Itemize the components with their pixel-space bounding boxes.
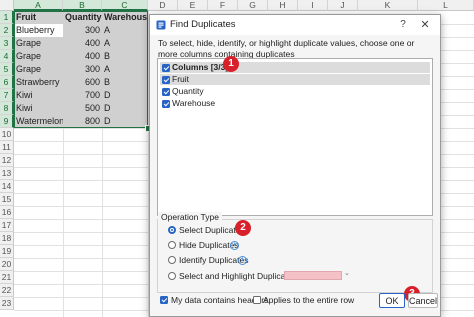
row-header-2[interactable]: 2: [0, 24, 14, 37]
radio-select-duplicates[interactable]: [168, 226, 176, 234]
row-header-21[interactable]: 21: [0, 271, 14, 284]
row-header-1[interactable]: 1: [0, 11, 14, 24]
row-header-4[interactable]: 4: [0, 50, 14, 63]
row-header-10[interactable]: 10: [0, 128, 14, 141]
row-header-20[interactable]: 20: [0, 258, 14, 271]
info-icon[interactable]: i: [230, 241, 239, 250]
row-header-17[interactable]: 17: [0, 219, 14, 232]
chevron-down-icon[interactable]: ⌄: [344, 269, 350, 277]
checkbox-checked-icon[interactable]: [162, 75, 170, 84]
columns-select-all[interactable]: Columns [3/3]: [160, 62, 430, 73]
row-header-6[interactable]: 6: [0, 76, 14, 89]
column-header-e[interactable]: E: [178, 0, 208, 11]
selection-border: [14, 11, 148, 128]
column-header-d[interactable]: D: [148, 0, 178, 11]
row-header-8[interactable]: 8: [0, 102, 14, 115]
columns-header-label: Columns [3/3]: [172, 62, 229, 72]
step-badge-2: 2: [235, 220, 251, 236]
column-item-fruit[interactable]: Fruit: [160, 74, 430, 85]
row-header-14[interactable]: 14: [0, 180, 14, 193]
operation-type-title: Operation Type: [158, 212, 222, 222]
row-header-3[interactable]: 3: [0, 37, 14, 50]
step-badge-1: 1: [223, 56, 239, 72]
select-all-corner[interactable]: [0, 0, 14, 11]
highlight-color-swatch[interactable]: [284, 271, 342, 280]
columns-listbox[interactable]: Columns [3/3] Fruit Quantity Warehouse: [157, 58, 433, 216]
checkbox-checked-icon[interactable]: [162, 63, 170, 72]
row-header-18[interactable]: 18: [0, 232, 14, 245]
column-header-b[interactable]: B: [63, 0, 102, 11]
row-header-16[interactable]: 16: [0, 206, 14, 219]
ok-button[interactable]: OK: [379, 293, 405, 308]
column-header-k[interactable]: K: [358, 0, 418, 11]
column-item-warehouse[interactable]: Warehouse: [160, 98, 430, 109]
row-header-23[interactable]: 23: [0, 297, 14, 310]
column-item-label: Warehouse: [172, 98, 216, 108]
column-header-a[interactable]: A: [14, 0, 63, 11]
radio-identify-duplicates[interactable]: [168, 256, 176, 264]
option-label-select-and-highlight[interactable]: Select and Highlight Duplicates:: [179, 271, 299, 281]
dialog-description: To select, hide, identify, or highlight …: [158, 38, 415, 59]
checkbox-checked-icon[interactable]: [160, 296, 168, 304]
applies-to-entire-row-label[interactable]: Applies to the entire row: [263, 295, 354, 305]
dialog-title: Find Duplicates: [170, 19, 236, 30]
column-header-h[interactable]: H: [268, 0, 298, 11]
checkbox-checked-icon[interactable]: [162, 87, 170, 96]
radio-hide-duplicates[interactable]: [168, 241, 176, 249]
column-header-i[interactable]: I: [298, 0, 328, 11]
row-header-15[interactable]: 15: [0, 193, 14, 206]
dialog-titlebar[interactable]: Find Duplicates ? ✕: [150, 15, 440, 35]
cancel-button[interactable]: Cancel: [408, 293, 438, 308]
app-icon: [156, 20, 166, 30]
column-item-label: Fruit: [172, 74, 189, 84]
row-header-19[interactable]: 19: [0, 245, 14, 258]
row-header-13[interactable]: 13: [0, 167, 14, 180]
column-header-f[interactable]: F: [208, 0, 238, 11]
row-header-9[interactable]: 9: [0, 115, 14, 128]
row-header-22[interactable]: 22: [0, 284, 14, 297]
row-header-12[interactable]: 12: [0, 154, 14, 167]
column-item-quantity[interactable]: Quantity: [160, 86, 430, 97]
checkbox-checked-icon[interactable]: [162, 99, 170, 108]
column-header-g[interactable]: G: [238, 0, 268, 11]
column-header-l[interactable]: L: [418, 0, 474, 11]
row-header-7[interactable]: 7: [0, 89, 14, 102]
column-header-j[interactable]: J: [328, 0, 358, 11]
row-header-5[interactable]: 5: [0, 63, 14, 76]
find-duplicates-dialog: Find Duplicates ? ✕ To select, hide, ide…: [149, 14, 441, 317]
column-header-c[interactable]: C: [102, 0, 148, 11]
checkbox-unchecked-icon[interactable]: [253, 296, 261, 304]
radio-select-and-highlight[interactable]: [168, 272, 176, 280]
info-icon[interactable]: i: [238, 256, 247, 265]
row-header-11[interactable]: 11: [0, 141, 14, 154]
column-item-label: Quantity: [172, 86, 204, 96]
close-button[interactable]: ✕: [418, 18, 432, 32]
help-button[interactable]: ?: [396, 18, 410, 32]
